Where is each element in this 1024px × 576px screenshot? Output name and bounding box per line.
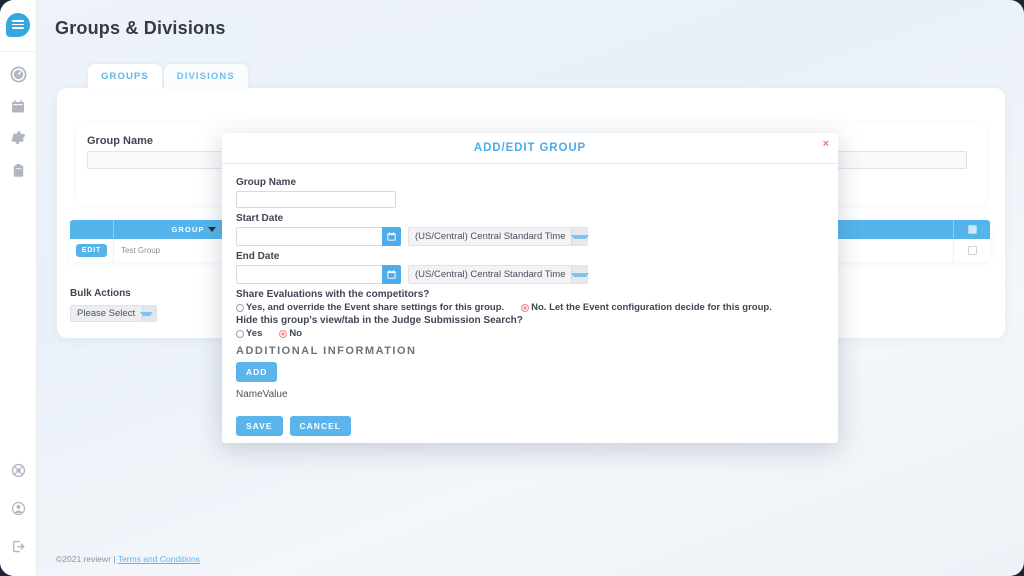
sidebar-item-settings[interactable] xyxy=(0,122,37,154)
radio-icon[interactable] xyxy=(236,329,244,338)
share-evaluations-option-yes[interactable]: Yes, and override the Event share settin… xyxy=(236,302,504,313)
table-header-actions xyxy=(70,220,114,239)
close-icon[interactable]: × xyxy=(823,139,829,150)
tab-bar: GROUPS DIVISIONS xyxy=(88,64,248,90)
modal-start-timezone-value: (US/Central) Central Standard Time xyxy=(415,231,566,242)
share-evaluations-options: Yes, and override the Event share settin… xyxy=(236,302,824,313)
calendar-icon[interactable] xyxy=(382,227,401,246)
hide-group-option-no[interactable]: No xyxy=(279,328,302,339)
gear-icon xyxy=(10,130,26,146)
group-name-label: Group Name xyxy=(87,135,154,147)
modal-start-timezone-select[interactable]: (US/Central) Central Standard Time xyxy=(408,227,589,246)
sidebar-item-dashboard[interactable] xyxy=(0,58,37,90)
hide-group-option-yes[interactable]: Yes xyxy=(236,328,262,339)
modal-title: ADD/EDIT GROUP xyxy=(473,142,587,154)
sidebar-item-events[interactable] xyxy=(0,90,37,122)
sidebar-bottom-group xyxy=(0,454,37,576)
modal-group-name-label: Group Name xyxy=(236,177,297,188)
tab-divisions[interactable]: DIVISIONS xyxy=(163,64,248,90)
sidebar-item-submissions[interactable] xyxy=(0,154,37,186)
share-evaluations-option-yes-label: Yes, and override the Event share settin… xyxy=(246,302,505,313)
chevron-down-icon xyxy=(139,306,157,321)
help-ring-icon xyxy=(11,463,26,478)
sidebar-item-logout[interactable] xyxy=(0,530,37,562)
logout-icon xyxy=(11,539,26,554)
share-evaluations-question: Share Evaluations with the competitors? xyxy=(236,289,430,300)
share-evaluations-option-no[interactable]: No. Let the Event configuration decide f… xyxy=(521,302,772,313)
add-edit-group-modal: ADD/EDIT GROUP × Group Name Start Date (… xyxy=(222,133,838,443)
hide-group-option-yes-label: Yes xyxy=(246,328,263,339)
radio-icon[interactable] xyxy=(521,303,530,312)
name-value-text: NameValue xyxy=(236,389,288,400)
bulk-actions-selected-value: Please Select xyxy=(77,308,136,319)
sidebar-item-account[interactable] xyxy=(0,492,37,524)
chat-bubble-icon xyxy=(6,12,30,37)
modal-start-date-row: (US/Central) Central Standard Time xyxy=(236,227,824,246)
save-button[interactable]: SAVE xyxy=(236,416,283,436)
footer: ©2021 reviewr | Terms and Conditions xyxy=(56,554,200,564)
terms-and-conditions-link[interactable]: Terms and Conditions xyxy=(118,554,200,564)
modal-start-date-input[interactable] xyxy=(236,227,382,246)
sidebar xyxy=(0,0,37,576)
edit-button[interactable]: EDIT xyxy=(75,244,108,257)
modal-group-name-input[interactable] xyxy=(236,191,396,208)
speedometer-icon xyxy=(10,66,27,83)
modal-end-date-label: End Date xyxy=(236,251,280,262)
radio-icon[interactable] xyxy=(279,329,288,338)
footer-copyright: ©2021 reviewr | xyxy=(56,554,116,564)
hide-group-options: Yes No xyxy=(236,328,824,339)
chevron-down-icon xyxy=(570,266,589,283)
calendar-icon xyxy=(10,98,26,115)
table-header-group-label: GROUP xyxy=(171,225,205,234)
modal-end-timezone-value: (US/Central) Central Standard Time xyxy=(415,269,566,280)
table-header-select-all[interactable] xyxy=(954,220,990,239)
modal-header: ADD/EDIT GROUP × xyxy=(222,133,838,164)
modal-body: Group Name Start Date (US/Central) Centr… xyxy=(222,164,838,436)
bulk-actions-label: Bulk Actions xyxy=(70,288,131,299)
sort-descending-icon xyxy=(207,227,216,232)
row-actions-cell: EDIT xyxy=(70,239,114,262)
tab-groups[interactable]: GROUPS xyxy=(88,64,162,90)
calendar-icon[interactable] xyxy=(382,265,401,284)
app-screen: Groups & Divisions GROUPS DIVISIONS Grou… xyxy=(0,0,1024,576)
select-all-checkbox[interactable] xyxy=(967,225,977,234)
bulk-actions-select[interactable]: Please Select xyxy=(70,305,158,322)
sidebar-divider xyxy=(0,51,36,52)
row-select-cell[interactable] xyxy=(954,239,990,262)
modal-action-buttons: SAVE CANCEL xyxy=(236,416,824,436)
hide-group-option-no-label: No xyxy=(289,328,303,339)
user-circle-icon xyxy=(11,501,26,516)
modal-start-date-label: Start Date xyxy=(236,213,284,224)
clipboard-icon xyxy=(11,162,26,179)
page-title: Groups & Divisions xyxy=(55,18,226,38)
reviewr-chat-logo[interactable] xyxy=(0,6,37,43)
chevron-down-icon xyxy=(570,228,589,245)
sidebar-item-help[interactable] xyxy=(0,454,37,486)
add-button[interactable]: ADD xyxy=(236,362,278,382)
cancel-button[interactable]: CANCEL xyxy=(289,416,351,436)
share-evaluations-option-no-label: No. Let the Event configuration decide f… xyxy=(531,302,772,313)
modal-end-timezone-select[interactable]: (US/Central) Central Standard Time xyxy=(408,265,589,284)
radio-icon[interactable] xyxy=(236,303,244,312)
row-checkbox[interactable] xyxy=(967,246,977,255)
bulk-actions: Bulk Actions Please Select xyxy=(70,288,158,322)
modal-end-date-input[interactable] xyxy=(236,265,382,284)
modal-end-date-row: (US/Central) Central Standard Time xyxy=(236,265,824,284)
additional-information-heading: ADDITIONAL INFORMATION xyxy=(236,345,417,357)
hide-group-question: Hide this group's view/tab in the Judge … xyxy=(236,315,523,326)
